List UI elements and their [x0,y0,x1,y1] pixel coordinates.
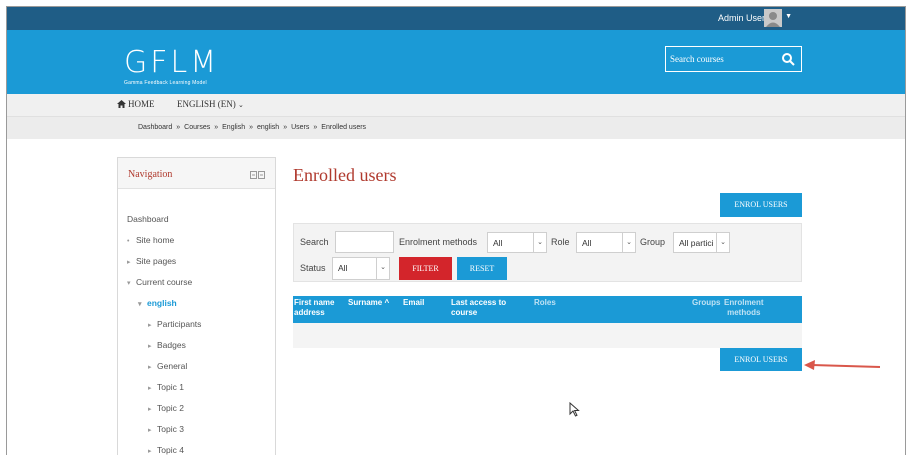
col-email[interactable]: Email [403,298,424,308]
group-label: Group [640,237,666,247]
nav-item-topic-1[interactable]: ▸ Topic 1 [148,382,184,392]
breadcrumb-separator-icon: » [249,124,254,131]
chevron-down-icon: ⌄ [238,101,244,109]
enrolment-methods-value: All [493,238,503,248]
col-enrolment-methods: Enrolment methods [724,298,764,317]
site-logo-subtitle: Gamma Feedback Learning Model [124,80,207,86]
enrol-users-button-top[interactable]: ENROL USERS [720,193,802,217]
chevron-right-icon: ▸ [148,406,152,413]
course-search-input[interactable] [666,47,778,71]
table-row [293,323,802,348]
custom-menu-bar: HOME ENGLISH (EN) ⌄ [7,94,905,117]
course-search [665,46,802,72]
chevron-right-icon: ▸ [148,427,152,434]
nav-item-topic-3[interactable]: ▸ Topic 3 [148,424,184,434]
status-label: Status [300,263,326,273]
enrol-users-button-bottom[interactable]: ENROL USERS [720,348,802,371]
col-last-access[interactable]: Last access to course [451,298,506,318]
breadcrumb-item-category[interactable]: English [222,124,245,131]
breadcrumb-separator-icon: » [176,124,181,131]
menu-home-label: HOME [128,99,155,109]
nav-item-site-pages[interactable]: ▸ Site pages [127,256,176,266]
nav-item-participants[interactable]: ▸ Participants [148,319,201,329]
browser-frame: Admin User ▼ GFLM Gamma Feedback Learnin… [6,6,906,455]
language-menu[interactable]: ENGLISH (EN) ⌄ [177,99,244,109]
sort-icon: ^ [382,298,390,307]
search-label: Search [300,237,329,247]
col-surname[interactable]: Surname ^ [348,298,389,308]
chevron-right-icon: ▸ [148,343,152,350]
breadcrumb-separator-icon: » [214,124,219,131]
navigation-header: Navigation [118,158,275,189]
status-value: All [338,263,348,273]
nav-item-english[interactable]: ▾ english [138,298,177,308]
chevron-down-icon: ⌄ [716,233,729,252]
mouse-cursor-icon [569,402,580,417]
group-value: All partici [679,238,714,248]
breadcrumb-item-courses[interactable]: Courses [184,124,210,131]
role-label: Role [551,237,570,247]
chevron-down-icon: ⌄ [376,258,389,279]
col-first-name[interactable]: First name address [294,298,334,318]
col-roles: Roles [534,298,556,307]
site-logo[interactable]: GFLM [124,48,219,78]
filter-button[interactable]: FILTER [399,257,452,280]
user-menu-caret-icon[interactable]: ▼ [785,13,792,20]
role-value: All [582,238,592,248]
nav-item-topic-2[interactable]: ▸ Topic 2 [148,403,184,413]
role-select[interactable]: All ⌄ [576,232,636,253]
chevron-right-icon: ▸ [148,385,152,392]
user-avatar-icon[interactable] [764,9,782,27]
breadcrumb-separator-icon: » [313,124,318,131]
nav-item-topic-4[interactable]: ▸ Topic 4 [148,445,184,455]
top-bar: Admin User ▼ [7,7,905,30]
status-select[interactable]: All ⌄ [332,257,390,280]
chevron-right-icon: ▸ [148,322,152,329]
breadcrumb-bar: Dashboard» Courses» English» english» Users»… [7,117,905,139]
user-menu-name[interactable]: Admin User [718,13,765,23]
chevron-right-icon: ▸ [148,448,152,455]
chevron-down-icon: ▾ [138,301,142,308]
search-icon[interactable] [781,52,795,66]
chevron-down-icon: ▾ [127,280,131,287]
enrolled-users-table-header: First name address Surname ^ Email Last … [293,296,802,323]
enrolment-methods-select[interactable]: All ⌄ [487,232,547,253]
breadcrumb-item-dashboard[interactable]: Dashboard [138,124,172,131]
annotation-arrow-icon [804,360,881,370]
group-select[interactable]: All partici ⌄ [673,232,730,253]
block-dock-icon[interactable] [250,171,265,179]
chevron-right-icon: ▸ [127,259,131,266]
menu-home-link[interactable]: HOME [117,99,155,109]
navigation-title: Navigation [128,169,173,180]
site-header: GFLM Gamma Feedback Learning Model [7,30,905,94]
nav-item-general[interactable]: ▸ General [148,361,187,371]
breadcrumb-item-users[interactable]: Users [291,124,309,131]
col-groups: Groups [692,298,721,307]
language-menu-label: ENGLISH (EN) [177,99,236,109]
breadcrumb-separator-icon: » [283,124,288,131]
page-title: Enrolled users [293,165,397,185]
breadcrumb: Dashboard» Courses» English» english» Users»… [138,124,366,131]
home-icon [117,100,126,108]
chevron-down-icon: ⌄ [533,233,546,252]
nav-item-current-course[interactable]: ▾ Current course [127,277,192,287]
chevron-right-icon: ▸ [148,364,152,371]
filter-form: Search Enrolment methods All ⌄ Role All … [293,223,802,282]
nav-item-dashboard[interactable]: Dashboard [127,214,169,224]
nav-item-site-home[interactable]: • Site home [127,235,174,245]
breadcrumb-item-current: Enrolled users [321,124,367,131]
search-field[interactable] [335,231,394,253]
chevron-down-icon: ⌄ [622,233,635,252]
bullet-icon: • [127,238,130,245]
navigation-block: Navigation Dashboard • Site home ▸ Site pa… [117,157,276,455]
enrolment-methods-label: Enrolment methods [399,237,478,247]
breadcrumb-item-course[interactable]: english [257,124,279,131]
reset-button[interactable]: RESET [457,257,507,280]
nav-item-badges[interactable]: ▸ Badges [148,340,186,350]
